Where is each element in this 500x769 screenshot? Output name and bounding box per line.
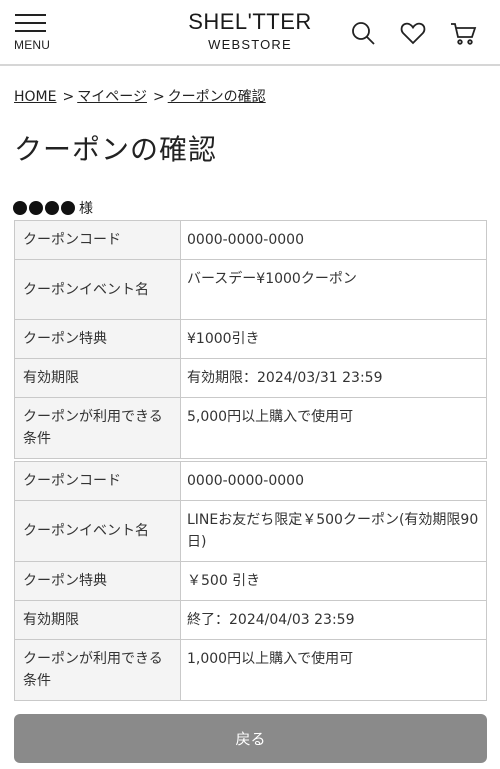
coupon-code-label: クーポンコード <box>14 220 181 260</box>
table-row: クーポン特典 ¥1000引き <box>14 319 487 359</box>
table-row: クーポン特典 ￥500 引き <box>14 561 487 601</box>
table-row: クーポンが利用できる条件 1,000円以上購入で使用可 <box>14 639 487 701</box>
table-row: 有効期限 有効期限：2024/03/31 23:59 <box>14 358 487 398</box>
coupon-event-label: クーポンイベント名 <box>14 500 181 562</box>
condition-label: クーポンが利用できる条件 <box>14 639 181 701</box>
table-row: クーポンコード 0000-0000-0000 <box>14 220 487 260</box>
breadcrumb-home[interactable]: HOME <box>14 89 56 105</box>
menu-button[interactable]: MENU <box>14 12 54 56</box>
honorific: 様 <box>79 201 93 217</box>
coupon-table: クーポンコード 0000-0000-0000 クーポンイベント名 LINEお友だ… <box>14 461 487 701</box>
expiry-value: 終了：2024/04/03 23:59 <box>180 600 487 640</box>
breadcrumb-mypage[interactable]: マイページ <box>77 89 147 105</box>
table-row: クーポンイベント名 バースデー¥1000クーポン <box>14 259 487 320</box>
coupon-table: クーポンコード 0000-0000-0000 クーポンイベント名 バースデー¥1… <box>14 220 487 459</box>
coupon-code-label: クーポンコード <box>14 461 181 501</box>
condition-value: 5,000円以上購入で使用可 <box>180 397 487 459</box>
coupon-event-value: バースデー¥1000クーポン <box>180 259 487 320</box>
breadcrumb-coupon-check[interactable]: クーポンの確認 <box>168 89 266 105</box>
condition-value: 1,000円以上購入で使用可 <box>180 639 487 701</box>
breadcrumb-separator: > <box>152 89 165 105</box>
masked-name <box>13 201 75 215</box>
coupon-code-value: 0000-0000-0000 <box>180 220 487 260</box>
coupon-code-value: 0000-0000-0000 <box>180 461 487 501</box>
table-row: 有効期限 終了：2024/04/03 23:59 <box>14 600 487 640</box>
expiry-label: 有効期限 <box>14 358 181 398</box>
table-row: クーポンイベント名 LINEお友だち限定￥500クーポン(有効期限90日) <box>14 500 487 562</box>
coupon-benefit-label: クーポン特典 <box>14 319 181 359</box>
menu-label: MENU <box>14 38 51 52</box>
coupon-benefit-label: クーポン特典 <box>14 561 181 601</box>
breadcrumb: HOME > マイページ > クーポンの確認 <box>14 86 266 106</box>
search-icon[interactable] <box>349 19 377 47</box>
coupon-event-label: クーポンイベント名 <box>14 259 181 320</box>
page-title: クーポンの確認 <box>14 133 218 166</box>
back-button[interactable]: 戻る <box>14 714 487 763</box>
expiry-label: 有効期限 <box>14 600 181 640</box>
expiry-value: 有効期限：2024/03/31 23:59 <box>180 358 487 398</box>
logo-text: SHEL'TTER <box>188 9 312 34</box>
coupon-event-value: LINEお友だち限定￥500クーポン(有効期限90日) <box>180 500 487 562</box>
coupon-benefit-value: ¥1000引き <box>180 319 487 359</box>
site-header: MENU SHEL'TTER WEBSTORE <box>0 0 500 66</box>
logo-subtext: WEBSTORE <box>208 37 292 52</box>
menu-icon <box>15 14 46 32</box>
customer-name: 様 <box>13 198 93 218</box>
coupon-benefit-value: ￥500 引き <box>180 561 487 601</box>
table-row: クーポンコード 0000-0000-0000 <box>14 461 487 501</box>
table-row: クーポンが利用できる条件 5,000円以上購入で使用可 <box>14 397 487 459</box>
cart-icon[interactable] <box>449 19 477 47</box>
logo[interactable]: SHEL'TTER WEBSTORE <box>180 9 320 53</box>
condition-label: クーポンが利用できる条件 <box>14 397 181 459</box>
heart-icon[interactable] <box>399 19 427 47</box>
breadcrumb-separator: > <box>62 89 75 105</box>
